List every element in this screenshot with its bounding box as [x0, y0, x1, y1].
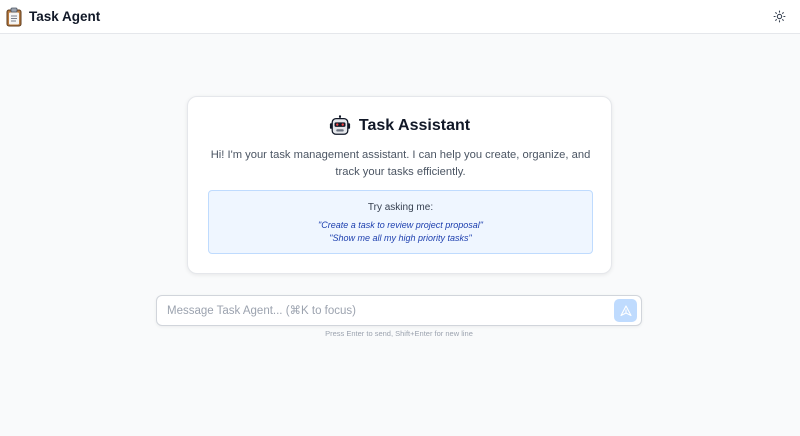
welcome-card: Task Assistant Hi! I'm your task managem… [187, 96, 612, 274]
app-title: Task Agent [29, 9, 101, 24]
send-button[interactable] [614, 299, 637, 322]
suggestions-heading: Try asking me: [367, 202, 434, 213]
suggestions-list: "Create a task to review project proposa… [209, 219, 592, 244]
sun-icon [773, 10, 785, 23]
send-icon [619, 304, 632, 316]
top-bar: Task Agent [0, 0, 800, 34]
suggestion-item[interactable]: "Create a task to review project proposa… [209, 219, 592, 232]
welcome-title: Task Assistant [358, 117, 471, 134]
suggestion-item[interactable]: "Show me all my high priority tasks" [209, 232, 592, 245]
message-composer [156, 295, 642, 326]
welcome-description: Hi! I'm your task management assistant. … [210, 149, 591, 178]
theme-toggle-button[interactable] [768, 6, 790, 28]
clipboard-icon [6, 7, 22, 26]
brand: Task Agent [6, 7, 100, 27]
suggestions-box: Try asking me: "Create a task to review … [208, 190, 593, 254]
message-input[interactable] [157, 296, 607, 325]
composer-hint: Press Enter to send, Shift+Enter for new… [325, 329, 473, 338]
robot-icon [329, 115, 351, 135]
welcome-header: Task Assistant [188, 115, 611, 137]
